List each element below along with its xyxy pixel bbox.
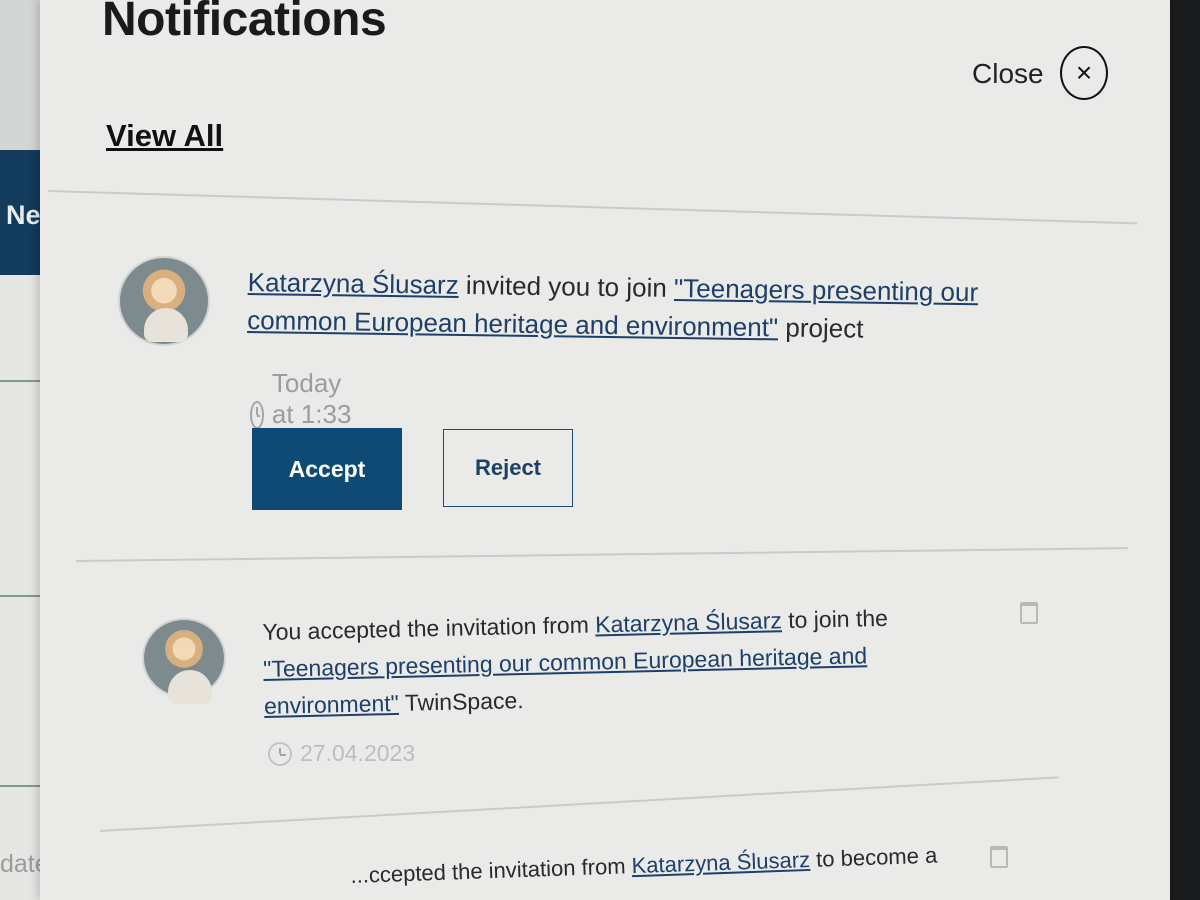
- divider: [99, 776, 1059, 832]
- clock-icon: [250, 400, 264, 429]
- delete-icon[interactable]: [1020, 602, 1038, 624]
- notifications-panel: Notifications Close × View All Katarzyna…: [40, 0, 1170, 900]
- reject-button[interactable]: Reject: [443, 429, 573, 507]
- delete-icon[interactable]: [990, 846, 1008, 868]
- message-text: to become a: [809, 842, 938, 872]
- background-nav-label: Ne: [6, 200, 41, 230]
- view-all-link[interactable]: View All: [106, 118, 223, 154]
- clock-icon: [268, 741, 292, 766]
- close-icon: ×: [1075, 57, 1093, 88]
- time-text: 27.04.2023: [300, 740, 416, 766]
- message-text: project: [777, 312, 864, 344]
- message-text: TwinSpace.: [398, 686, 524, 716]
- sender-link[interactable]: Katarzyna Ślusarz: [631, 847, 810, 878]
- avatar: [142, 618, 226, 704]
- sender-link[interactable]: Katarzyna Ślusarz: [595, 607, 782, 637]
- message-text: You accepted the invitation from: [262, 611, 596, 645]
- divider: [75, 547, 1128, 562]
- notification-message: Katarzyna Ślusarz invited you to join "T…: [247, 264, 1038, 350]
- message-text: ...ccepted the invitation from: [350, 853, 633, 888]
- notification-message: You accepted the invitation from Katarzy…: [262, 598, 964, 724]
- avatar: [118, 256, 210, 346]
- notification-message: ...ccepted the invitation from Katarzyna…: [350, 838, 971, 892]
- accept-button[interactable]: Accept: [252, 428, 402, 510]
- message-text: invited you to join: [458, 269, 675, 303]
- close-button[interactable]: ×: [1060, 46, 1108, 100]
- divider: [47, 190, 1138, 224]
- notification-time: 27.04.2023: [268, 740, 415, 767]
- close-label[interactable]: Close: [972, 58, 1044, 90]
- message-text: to join the: [781, 604, 889, 634]
- sender-link[interactable]: Katarzyna Ślusarz: [248, 267, 459, 300]
- project-link[interactable]: "Teenagers presenting our common Europea…: [263, 642, 867, 718]
- panel-title: Notifications: [102, 0, 387, 46]
